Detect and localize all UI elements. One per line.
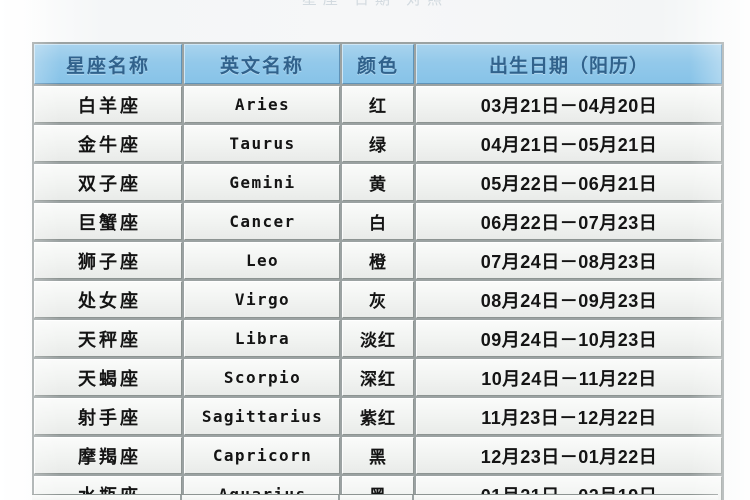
cell-color: 深红 — [342, 359, 414, 396]
cell-birthdate: 08月24日－09月23日 — [416, 281, 722, 318]
cell-birthdate: 12月23日－01月22日 — [416, 437, 722, 474]
column-header-color: 颜色 — [342, 44, 414, 84]
cell-color: 橙 — [342, 242, 414, 279]
cell-birthdate: 09月24日－10月23日 — [416, 320, 722, 357]
table-row: 双子座 Gemini 黄 05月22日－06月21日 — [34, 164, 722, 201]
cell-birthdate: 03月21日－04月20日 — [416, 86, 722, 123]
cell-english-name: Gemini — [184, 164, 340, 201]
table-row: 处女座 Virgo 灰 08月24日－09月23日 — [34, 281, 722, 318]
table-row: 射手座 Sagittarius 紫红 11月23日－12月22日 — [34, 398, 722, 435]
grid-divider — [338, 495, 340, 500]
cell-zodiac-name: 天蝎座 — [34, 359, 182, 396]
cell-birthdate: 07月24日－08月23日 — [416, 242, 722, 279]
table-row: 白羊座 Aries 红 03月21日－04月20日 — [34, 86, 722, 123]
cell-english-name: Capricorn — [184, 437, 340, 474]
cell-color: 红 — [342, 86, 414, 123]
zodiac-table-container: 星座名称 英文名称 颜色 出生日期（阳历） 白羊座 Aries 红 03月21日－04… — [32, 42, 724, 500]
cell-color: 绿 — [342, 125, 414, 162]
cell-english-name: Taurus — [184, 125, 340, 162]
table-row: 天秤座 Libra 淡红 09月24日－10月23日 — [34, 320, 722, 357]
cell-english-name: Scorpio — [184, 359, 340, 396]
cell-color: 紫红 — [342, 398, 414, 435]
cell-zodiac-name: 双子座 — [34, 164, 182, 201]
cell-english-name: Leo — [184, 242, 340, 279]
zodiac-table: 星座名称 英文名称 颜色 出生日期（阳历） 白羊座 Aries 红 03月21日－04… — [32, 42, 724, 500]
cell-birthdate: 10月24日－11月22日 — [416, 359, 722, 396]
cell-color: 淡红 — [342, 320, 414, 357]
column-header-birthdate: 出生日期（阳历） — [416, 44, 722, 84]
table-body: 白羊座 Aries 红 03月21日－04月20日 金牛座 Taurus 绿 04月21日－0… — [34, 86, 722, 500]
cell-english-name: Aries — [184, 86, 340, 123]
cell-zodiac-name: 白羊座 — [34, 86, 182, 123]
cell-color: 灰 — [342, 281, 414, 318]
clipped-title-text: 星座 日期 对照 — [302, 0, 448, 9]
cell-birthdate: 04月21日－05月21日 — [416, 125, 722, 162]
cell-birthdate: 06月22日－07月23日 — [416, 203, 722, 240]
cell-english-name: Libra — [184, 320, 340, 357]
zodiac-table-page: 星座 日期 对照 星座名称 英文名称 颜色 出生日期（阳历） 白羊座Aries红… — [0, 0, 750, 500]
table-row: 金牛座 Taurus 绿 04月21日－05月21日 — [34, 125, 722, 162]
cell-zodiac-name: 摩羯座 — [34, 437, 182, 474]
table-row: 天蝎座 Scorpio 深红 10月24日－11月22日 — [34, 359, 722, 396]
cell-zodiac-name: 处女座 — [34, 281, 182, 318]
cell-english-name: Sagittarius — [184, 398, 340, 435]
clipped-bottom-row — [32, 494, 718, 500]
column-header-name: 星座名称 — [34, 44, 182, 84]
cell-color: 黑 — [342, 437, 414, 474]
clipped-title-strip: 星座 日期 对照 — [0, 0, 750, 10]
table-row: 狮子座 Leo 橙 07月24日－08月23日 — [34, 242, 722, 279]
table-row: 摩羯座 Capricorn 黑 12月23日－01月22日 — [34, 437, 722, 474]
table-header: 星座名称 英文名称 颜色 出生日期（阳历） — [34, 44, 722, 84]
table-row: 巨蟹座 Cancer 白 06月22日－07月23日 — [34, 203, 722, 240]
cell-zodiac-name: 巨蟹座 — [34, 203, 182, 240]
cell-color: 白 — [342, 203, 414, 240]
cell-birthdate: 05月22日－06月21日 — [416, 164, 722, 201]
grid-divider — [412, 495, 414, 500]
cell-color: 黄 — [342, 164, 414, 201]
cell-zodiac-name: 射手座 — [34, 398, 182, 435]
cell-english-name: Cancer — [184, 203, 340, 240]
table-header-row: 星座名称 英文名称 颜色 出生日期（阳历） — [34, 44, 722, 84]
cell-zodiac-name: 天秤座 — [34, 320, 182, 357]
cell-zodiac-name: 狮子座 — [34, 242, 182, 279]
grid-divider — [180, 495, 182, 500]
cell-english-name: Virgo — [184, 281, 340, 318]
column-header-english: 英文名称 — [184, 44, 340, 84]
cell-birthdate: 11月23日－12月22日 — [416, 398, 722, 435]
cell-zodiac-name: 金牛座 — [34, 125, 182, 162]
